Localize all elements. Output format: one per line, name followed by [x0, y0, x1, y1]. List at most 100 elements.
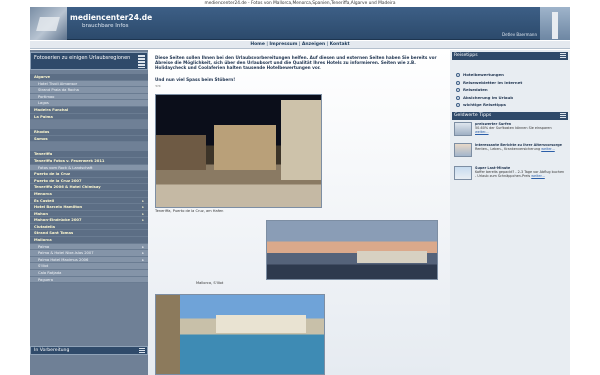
nav-separator: | [266, 42, 268, 47]
menu-item-label: Teneriffa 2006 & Hotel Chimisay [34, 185, 101, 190]
main-content: Diese Seiten sollen Ihnen bei den Urlaub… [148, 50, 450, 375]
travel-tip-link[interactable]: wichtige Reisetipps [456, 101, 566, 109]
menu-item[interactable]: Palma ▸ [30, 243, 148, 251]
nav-kontakt[interactable]: Kontakt [330, 42, 350, 47]
menu-item-label: Strand Sant Tomas [34, 231, 74, 236]
browser-title: mediencenter24.de - Fotos von Mallorca,M… [204, 1, 396, 6]
menu-item[interactable]: Palma & Hotel Nixe-Islas 2007 ▸ [30, 250, 148, 257]
menu-item[interactable]: Puerto de la Cruz 2007 [30, 177, 148, 185]
menu-item-label: Menorca [34, 191, 52, 196]
menu-item[interactable]: La Palma [30, 113, 148, 121]
money-tip: Super Last-Minute Koffer bereits gepackt… [454, 166, 566, 190]
travel-tip-link[interactable]: Hotelbewertungen [456, 71, 566, 79]
tip-more-link[interactable]: weiter... [531, 174, 545, 178]
menu-item-label: Puerto de la Cruz 2007 [34, 178, 82, 183]
nav-impressum[interactable]: Impressum [269, 42, 297, 47]
travel-tip-link[interactable]: Reisewebletter im Internet [456, 79, 566, 87]
menu-item[interactable]: Fotos vom Rock & Landschaft [30, 164, 148, 172]
menu-item[interactable]: Mallorca [30, 237, 148, 244]
tip-more-link[interactable]: weiter... [541, 147, 555, 151]
photo-harbour[interactable] [155, 294, 325, 375]
photo-puerto-de-la-cruz[interactable] [155, 94, 322, 208]
menu-item[interactable]: Samos [30, 135, 148, 143]
site-subtitle: brauchbare Infos [82, 23, 129, 29]
travel-tip-label: Reisedaten [463, 87, 488, 93]
menu-item-label: Puerto de la Cruz [34, 172, 70, 177]
menu-item-label: Ciutadella [34, 224, 56, 229]
left-sidebar: Fotoserien zu einigen Urlaubsregionen Al… [30, 50, 148, 375]
travel-tip-link[interactable]: Reisedaten [456, 86, 566, 94]
travel-tip-link[interactable]: Absicherung im Urlaub [456, 94, 566, 102]
menu-item[interactable]: Rhodos [30, 129, 148, 136]
menu-item[interactable]: Es Castell ▸ [30, 197, 148, 205]
submenu-arrow-icon: ▸ [142, 198, 144, 203]
photo-sillot[interactable] [266, 220, 438, 280]
menu-item-label: Palma [38, 244, 50, 249]
greeting-marker: << [155, 84, 161, 88]
header-lighthouse-image [540, 7, 570, 40]
menu-spacer [30, 120, 148, 129]
menu-item[interactable]: Madeira Funchal [30, 106, 148, 114]
menu-item-label: Palma Hotel Maximus 2006 [38, 257, 89, 262]
menu-item[interactable]: Mahon ▸ [30, 210, 148, 218]
globe-icon [456, 95, 460, 100]
tip-thumbnail[interactable] [454, 122, 472, 136]
globe-icon [456, 73, 460, 77]
travel-tips-heading-text: Reisetipps [454, 53, 478, 58]
travel-tip-label: Absicherung im Urlaub [463, 94, 514, 100]
submenu-arrow-icon: ▸ [142, 244, 144, 249]
menu-item[interactable]: Cala Ratjada [30, 270, 148, 277]
submenu-arrow-icon: ▸ [142, 251, 144, 256]
globe-icon [456, 88, 460, 93]
menu-item-label: S'Illot [38, 264, 49, 269]
nav-anzeigen[interactable]: Anzeigen [302, 42, 325, 47]
menu-item[interactable]: Paguera [30, 276, 148, 284]
menu-item[interactable]: Algarve [30, 74, 148, 81]
menu-item[interactable]: Strand Sant Tomas [30, 230, 148, 238]
menu-item-label: Mallorca [34, 238, 52, 243]
menu-item-label: Teneriffa Fotos v. Feuerwerk 2011 [34, 158, 105, 163]
menu-item[interactable]: Teneriffa [30, 151, 148, 158]
menu-item[interactable]: Portimao [30, 93, 148, 101]
nav-home[interactable]: Home [250, 42, 265, 47]
menu-item-label: La Palma [34, 114, 53, 119]
top-navigation: Home | Impressum | Anzeigen | Kontakt [30, 41, 570, 49]
tip-more-link[interactable]: weiter... [475, 130, 489, 134]
menu-item-label: Mahon-Eindrücke 2007 [34, 218, 82, 223]
menu-item[interactable]: Teneriffa Fotos v. Feuerwerk 2011 [30, 157, 148, 165]
menu-item[interactable]: Hotel Tivoli Almansor [30, 80, 148, 88]
money-tips-heading: Geldwerte Tipps [452, 112, 568, 120]
menu-item[interactable]: S'Illot [30, 263, 148, 271]
stripes-icon [138, 55, 145, 68]
nav-separator: | [298, 42, 301, 47]
tip-thumbnail[interactable] [454, 143, 472, 157]
region-menu: Algarve Hotel Tivoli Almansor Strand Praia… [30, 74, 148, 284]
menu-item[interactable]: Hotel Barcelo Hamilton ▸ [30, 204, 148, 211]
right-sidebar: Reisetipps Hotelbewertungen Reiseweblett… [450, 50, 570, 375]
greeting-text: Und nun viel Spass beim Stöbern! [155, 77, 236, 82]
menu-item[interactable]: Strand Praia da Rocha [30, 87, 148, 94]
menu-item-label: Palma & Hotel Nixe-Islas 2007 [38, 251, 94, 256]
menu-item-label: Portimao [38, 94, 55, 99]
photo-hillside-town [216, 315, 306, 333]
photo-building [214, 125, 276, 170]
globe-icon [456, 80, 460, 85]
menu-item[interactable]: Menorca [30, 190, 148, 198]
tip-thumbnail[interactable] [454, 166, 472, 180]
menu-item-label: Mahon [34, 211, 48, 216]
menu-item[interactable]: Teneriffa 2006 & Hotel Chimisay [30, 184, 148, 191]
menu-item-label: Cala Ratjada [38, 271, 62, 276]
stripes-icon [560, 113, 566, 119]
submenu-arrow-icon: ▸ [142, 211, 144, 216]
tip-text: Koffer bereits gepackt? - 2-3 Tage vor A… [475, 170, 565, 179]
menu-item[interactable]: Mahon-Eindrücke 2007 ▸ [30, 217, 148, 224]
left-sidebar-heading: Fotoserien zu einigen Urlaubsregionen [30, 52, 148, 70]
menu-item-label: Es Castell [34, 198, 55, 203]
menu-item[interactable]: Palma Hotel Maximus 2006 ▸ [30, 256, 148, 264]
menu-item[interactable]: Lagos [30, 100, 148, 107]
photo-town [357, 251, 427, 263]
menu-item[interactable]: Puerto de la Cruz [30, 171, 148, 178]
left-sidebar-heading-text: Fotoserien zu einigen Urlaubsregionen [34, 55, 131, 61]
site-title[interactable]: mediencenter24.de [70, 13, 152, 22]
menu-item[interactable]: Ciutadella [30, 223, 148, 231]
